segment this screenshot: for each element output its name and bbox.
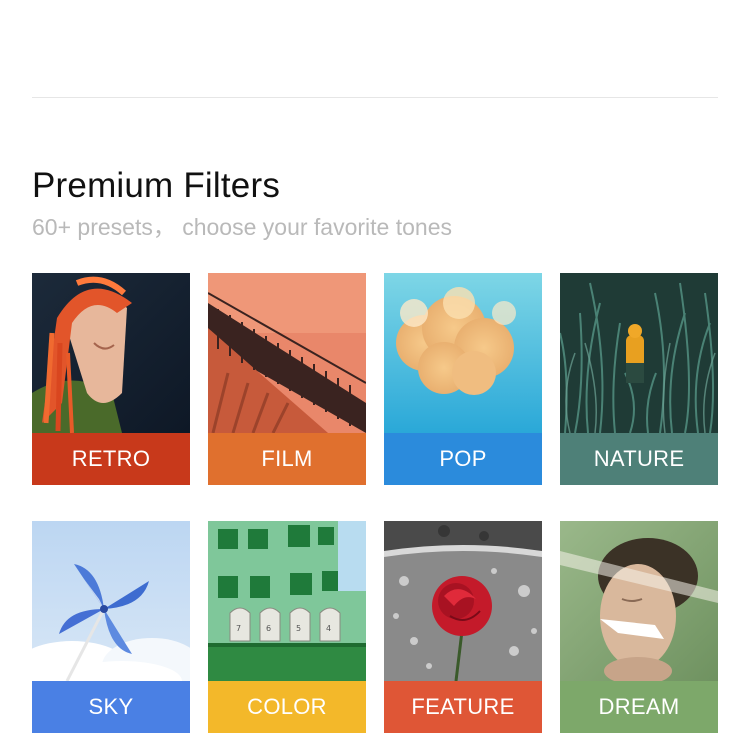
svg-text:5: 5 [296, 624, 301, 633]
pop-thumbnail [384, 273, 542, 433]
filter-card-dream[interactable]: DREAM [560, 521, 718, 733]
filter-card-pop[interactable]: POP [384, 273, 542, 485]
filter-grid: RETRO FILM POP NATURE SKY 7 6 5 4 COLOR … [32, 273, 718, 733]
filter-card-film[interactable]: FILM [208, 273, 366, 485]
filter-card-retro[interactable]: RETRO [32, 273, 190, 485]
pop-label: POP [384, 433, 542, 485]
sky-thumbnail [32, 521, 190, 681]
svg-text:4: 4 [326, 624, 331, 633]
filter-card-color[interactable]: 7 6 5 4 COLOR [208, 521, 366, 733]
section-subtitle: 60+ presets， choose your favorite tones [32, 214, 452, 240]
premium-filters-screen: Premium Filters 60+ presets， choose your… [0, 0, 750, 750]
svg-text:7: 7 [236, 624, 241, 633]
filter-card-sky[interactable]: SKY [32, 521, 190, 733]
retro-thumbnail [32, 273, 190, 433]
section-title: Premium Filters [32, 166, 281, 205]
svg-text:6: 6 [266, 624, 271, 633]
filter-card-feature[interactable]: FEATURE [384, 521, 542, 733]
dream-label: DREAM [560, 681, 718, 733]
color-thumbnail: 7 6 5 4 [208, 521, 366, 681]
filter-card-nature[interactable]: NATURE [560, 273, 718, 485]
color-label: COLOR [208, 681, 366, 733]
feature-thumbnail [384, 521, 542, 681]
nature-thumbnail [560, 273, 718, 433]
film-label: FILM [208, 433, 366, 485]
film-thumbnail [208, 273, 366, 433]
sky-label: SKY [32, 681, 190, 733]
nature-label: NATURE [560, 433, 718, 485]
retro-label: RETRO [32, 433, 190, 485]
top-divider [32, 97, 718, 98]
feature-label: FEATURE [384, 681, 542, 733]
dream-thumbnail [560, 521, 718, 681]
